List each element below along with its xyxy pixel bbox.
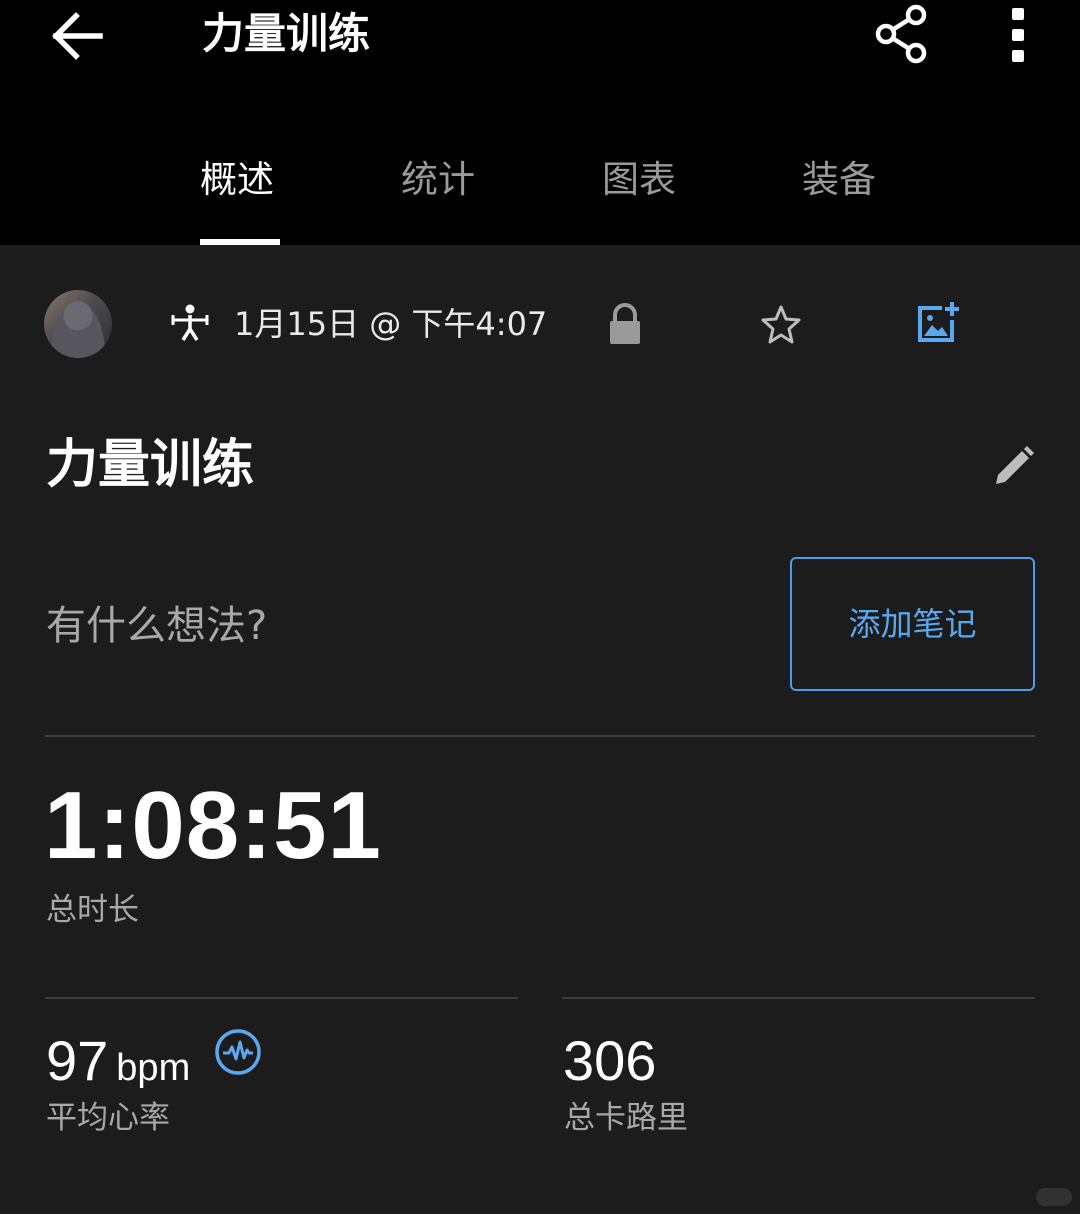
more-vertical-icon bbox=[1012, 8, 1024, 62]
share-icon bbox=[875, 4, 927, 64]
tab-label: 图表 bbox=[602, 158, 676, 201]
share-button[interactable] bbox=[872, 2, 934, 66]
add-photo-button[interactable] bbox=[916, 300, 960, 344]
divider bbox=[45, 997, 518, 999]
strength-training-icon bbox=[170, 302, 210, 342]
tab-gear[interactable]: 装备 bbox=[802, 150, 882, 245]
divider bbox=[45, 735, 1035, 737]
more-options-button[interactable] bbox=[996, 2, 1042, 68]
tab-overview[interactable]: 概述 bbox=[200, 150, 280, 245]
edit-title-button[interactable] bbox=[990, 444, 1036, 490]
tab-label: 概述 bbox=[200, 158, 274, 201]
pencil-icon bbox=[996, 446, 1034, 484]
privacy-button[interactable] bbox=[606, 302, 644, 346]
heart-rate-unit: bpm bbox=[116, 1047, 191, 1089]
calories-label: 总卡路里 bbox=[564, 1100, 688, 1136]
arrow-left-icon bbox=[52, 12, 103, 60]
active-tab-indicator bbox=[200, 239, 280, 245]
tab-label: 统计 bbox=[401, 158, 475, 201]
activity-date: 1月15日 @ 下午4:07 bbox=[234, 305, 548, 343]
duration-value: 1:08:51 bbox=[44, 772, 382, 879]
add-photo-icon bbox=[918, 302, 959, 342]
heart-rate-number: 97 bbox=[46, 1029, 109, 1092]
favorite-button[interactable] bbox=[760, 304, 802, 344]
heart-rate-label: 平均心率 bbox=[46, 1100, 170, 1136]
back-button[interactable] bbox=[48, 8, 108, 64]
avatar[interactable] bbox=[44, 290, 112, 358]
calories-value: 306 bbox=[563, 1029, 657, 1092]
heart-rate-zones-button[interactable] bbox=[214, 1028, 262, 1076]
header-title: 力量训练 bbox=[202, 9, 371, 58]
tab-charts[interactable]: 图表 bbox=[602, 150, 682, 245]
heart-rate-icon bbox=[215, 1029, 261, 1075]
activity-detail-screen: 力量训练 概述 统计 图表 装备 1月15日 @ 下午4:07 力量训练 有什么… bbox=[0, 0, 1080, 1214]
note-prompt: 有什么想法? bbox=[46, 603, 268, 649]
app-header: 力量训练 概述 统计 图表 装备 bbox=[0, 0, 1080, 245]
tab-bar: 概述 统计 图表 装备 bbox=[0, 150, 1080, 245]
divider bbox=[562, 997, 1035, 999]
add-note-button[interactable]: 添加笔记 bbox=[790, 557, 1035, 691]
lock-icon bbox=[610, 303, 640, 344]
watermark bbox=[1036, 1188, 1072, 1206]
tab-stats[interactable]: 统计 bbox=[401, 150, 481, 245]
duration-label: 总时长 bbox=[46, 892, 139, 928]
activity-title: 力量训练 bbox=[46, 435, 255, 495]
tab-label: 装备 bbox=[802, 158, 876, 201]
star-outline-icon bbox=[761, 305, 801, 344]
